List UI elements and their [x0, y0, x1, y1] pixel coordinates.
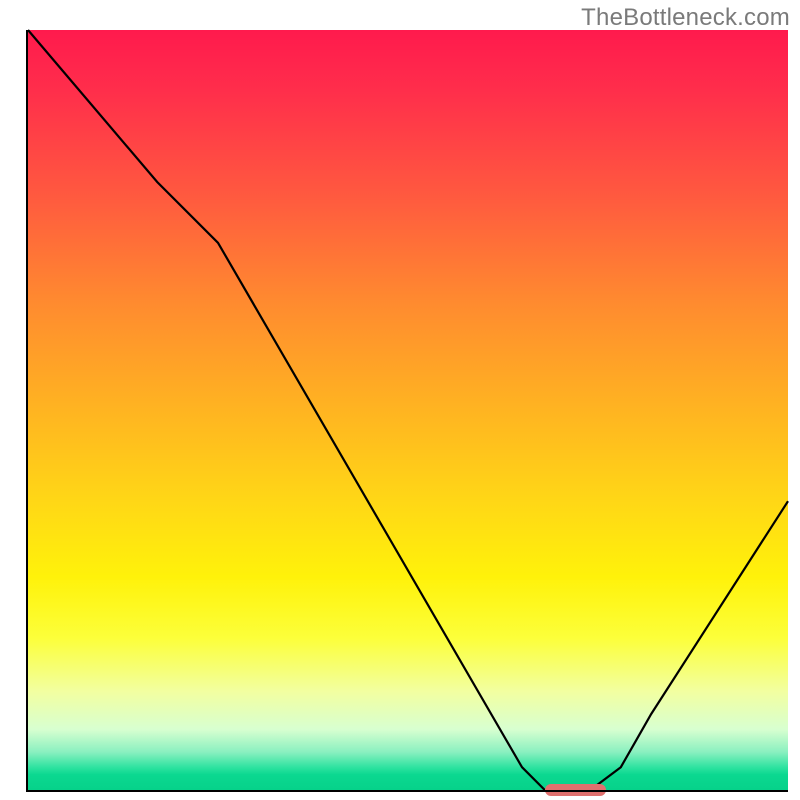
x-axis — [26, 790, 788, 792]
curve-path — [28, 30, 788, 790]
plot-area — [28, 30, 788, 790]
y-axis — [26, 30, 28, 790]
chart-container: TheBottleneck.com — [0, 0, 800, 800]
bottleneck-curve — [28, 30, 788, 790]
watermark-text: TheBottleneck.com — [581, 4, 790, 32]
